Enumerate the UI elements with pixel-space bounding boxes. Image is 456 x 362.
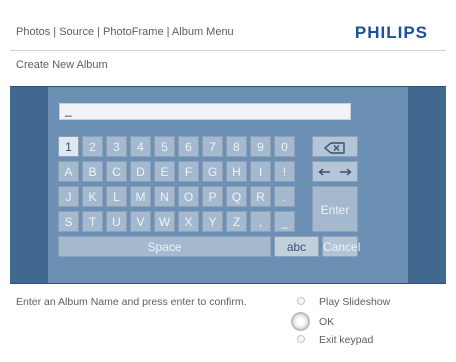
right-arrow-icon [340,168,352,176]
instruction-text: Enter an Album Name and press enter to c… [16,296,247,308]
key-8[interactable]: 8 [226,136,247,157]
header-bar: Photos | Source | PhotoFrame | Album Men… [10,14,446,51]
key-6[interactable]: 6 [178,136,199,157]
exit-keypad-button-icon [297,335,305,343]
ok-button-icon [291,312,310,331]
key-9[interactable]: 9 [250,136,271,157]
key-p[interactable]: P [202,186,223,207]
breadcrumb: Photos | Source | PhotoFrame | Album Men… [16,26,234,38]
key-k[interactable]: K [82,186,103,207]
key-3[interactable]: 3 [106,136,127,157]
key-period[interactable]: . [274,186,295,207]
subtitle-bar: Create New Album [10,52,446,82]
key-1[interactable]: 1 [58,136,79,157]
key-f[interactable]: F [178,161,199,182]
key-l[interactable]: L [106,186,127,207]
key-2[interactable]: 2 [82,136,103,157]
key-h[interactable]: H [226,161,247,182]
key-o[interactable]: O [178,186,199,207]
play-slideshow-button-icon [297,297,305,305]
input-value: _ [65,103,72,117]
option-label: Play Slideshow [319,296,391,308]
key-7[interactable]: 7 [202,136,223,157]
key-0[interactable]: 0 [274,136,295,157]
key-v[interactable]: V [130,211,151,232]
key-n[interactable]: N [154,186,175,207]
option-label: Exit keypad [319,334,374,346]
cancel-key[interactable]: Cancel [322,236,360,257]
key-g[interactable]: G [202,161,223,182]
abc-mode-key[interactable]: abc [274,236,319,257]
album-name-input[interactable]: _ [59,103,351,120]
key-b[interactable]: B [82,161,103,182]
key-m[interactable]: M [130,186,151,207]
key-u[interactable]: U [106,211,127,232]
key-q[interactable]: Q [226,186,247,207]
left-arrow-icon [318,168,330,176]
key-s[interactable]: S [58,211,79,232]
cursor-arrow-keys[interactable] [312,161,358,182]
key-underscore[interactable]: _ [274,211,295,232]
key-r[interactable]: R [250,186,271,207]
brand-logo: PHILIPS [354,23,428,42]
key-z[interactable]: Z [226,211,247,232]
key-i[interactable]: I [250,161,271,182]
key-exclamation[interactable]: ! [274,161,295,182]
space-key[interactable]: Space [58,236,271,257]
option-label: OK [319,316,335,328]
key-e[interactable]: E [154,161,175,182]
key-w[interactable]: W [154,211,175,232]
key-d[interactable]: D [130,161,151,182]
key-c[interactable]: C [106,161,127,182]
key-4[interactable]: 4 [130,136,151,157]
key-x[interactable]: X [178,211,199,232]
backspace-icon [323,142,345,154]
photo-frame-screen: Photos | Source | PhotoFrame | Album Men… [0,0,456,362]
key-t[interactable]: T [82,211,103,232]
backspace-key[interactable] [312,136,358,157]
enter-key[interactable]: Enter [312,186,358,232]
footer: Enter an Album Name and press enter to c… [10,284,446,350]
keyboard-panel: _ 1 2 3 4 5 6 7 8 9 0 A B C D E F G H I … [10,86,446,284]
key-j[interactable]: J [58,186,79,207]
key-comma[interactable]: , [250,211,271,232]
page-title: Create New Album [16,59,108,71]
key-5[interactable]: 5 [154,136,175,157]
key-y[interactable]: Y [202,211,223,232]
key-a[interactable]: A [58,161,79,182]
